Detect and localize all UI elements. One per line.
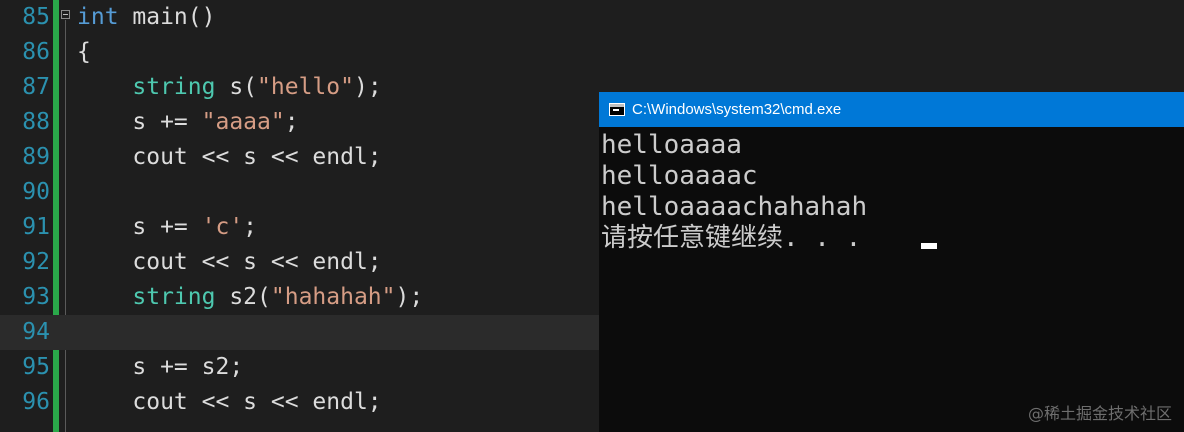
line-number: 89	[22, 144, 50, 170]
code-token: "hello"	[257, 74, 354, 100]
code-text: cout << s << endl;	[77, 245, 382, 280]
console-line: helloaaaachahahah	[601, 192, 868, 222]
console-line: helloaaaac	[601, 161, 758, 191]
line-number: 96	[22, 389, 50, 415]
code-token: 'c'	[201, 214, 244, 240]
code-text: cout << s << endl;	[77, 140, 382, 175]
code-line[interactable]: 86 {	[0, 35, 600, 70]
code-text: string s("hello");	[77, 70, 382, 105]
code-token: );	[353, 74, 382, 100]
code-token: s(	[215, 74, 258, 100]
code-line[interactable]: 90	[0, 175, 600, 210]
code-token: "hahahah"	[270, 284, 396, 310]
code-token: ;	[243, 214, 258, 240]
code-text: int main()	[77, 0, 215, 35]
code-token: {	[77, 39, 91, 65]
code-line[interactable]: 91 s += 'c';	[0, 210, 600, 245]
code-text: {	[77, 35, 91, 70]
console-cursor	[921, 243, 937, 249]
line-number: 85	[22, 4, 50, 30]
console-prompt: 请按任意键继续. . .	[601, 223, 862, 253]
code-token: ;	[284, 109, 299, 135]
cmd-icon	[609, 103, 625, 116]
line-number: 88	[22, 109, 50, 135]
code-token: string	[132, 284, 216, 310]
code-line[interactable]: 96 cout << s << endl;	[0, 385, 600, 420]
code-text: s += 'c';	[77, 210, 257, 245]
code-text: string s2("hahahah");	[77, 280, 423, 315]
code-line[interactable]: 94	[0, 315, 600, 350]
code-token: string	[132, 74, 216, 100]
code-line[interactable]: 93 string s2("hahahah");	[0, 280, 600, 315]
code-line[interactable]: 85 int main()	[0, 0, 600, 35]
line-number: 95	[22, 354, 50, 380]
code-token: int	[77, 4, 119, 30]
console-window[interactable]: C:\Windows\system32\cmd.exe helloaaaa he…	[599, 92, 1184, 432]
code-line[interactable]: 95 s += s2;	[0, 350, 600, 385]
code-token: "aaaa"	[201, 109, 285, 135]
code-token: cout << s << endl;	[77, 249, 382, 275]
console-titlebar[interactable]: C:\Windows\system32\cmd.exe	[599, 92, 1184, 127]
watermark: @稀土掘金技术社区	[1027, 404, 1172, 423]
code-line[interactable]: 88 s += "aaaa";	[0, 105, 600, 140]
code-token: s += s2;	[77, 354, 244, 380]
code-token: cout << s << endl;	[77, 389, 382, 415]
code-token: main()	[118, 4, 216, 30]
code-line[interactable]: 89 cout << s << endl;	[0, 140, 600, 175]
code-token: s2(	[215, 284, 271, 310]
code-token: cout << s << endl;	[77, 144, 382, 170]
line-number: 86	[22, 39, 50, 65]
console-title: C:\Windows\system32\cmd.exe	[632, 101, 842, 118]
code-line[interactable]: 92 cout << s << endl;	[0, 245, 600, 280]
line-number: 94	[22, 319, 50, 345]
console-output: helloaaaa helloaaaac helloaaaachahahah 请…	[601, 130, 1181, 254]
code-text: s += s2;	[77, 350, 243, 385]
line-number: 90	[22, 179, 50, 205]
line-number: 87	[22, 74, 50, 100]
code-token: s +=	[77, 109, 202, 135]
code-token: s +=	[77, 214, 202, 240]
code-text: cout << s << endl;	[77, 385, 382, 420]
line-number: 93	[22, 284, 50, 310]
console-line: helloaaaa	[601, 130, 742, 160]
code-text: s += "aaaa";	[77, 105, 299, 140]
code-token: );	[395, 284, 424, 310]
code-line[interactable]: 87 string s("hello");	[0, 70, 600, 105]
line-number: 92	[22, 249, 50, 275]
line-number: 91	[22, 214, 50, 240]
